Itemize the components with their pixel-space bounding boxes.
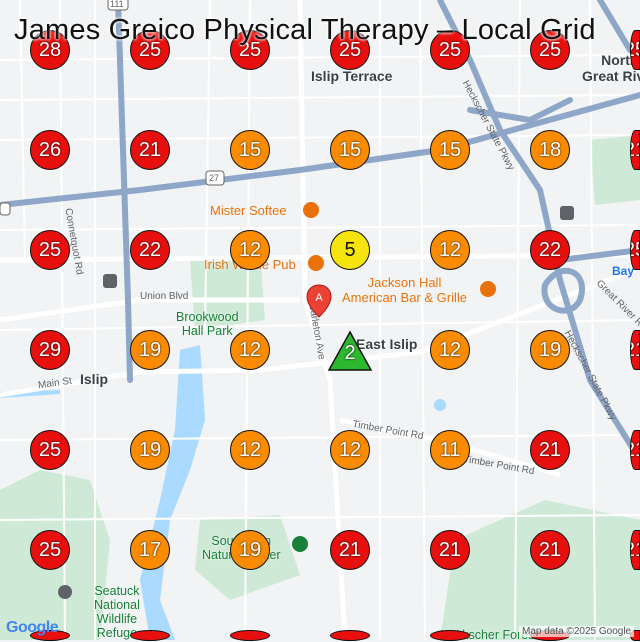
- rank-marker-r3-c4[interactable]: 12: [430, 330, 470, 370]
- label-brookwood-hall-park: Brookwood Hall Park: [176, 310, 239, 338]
- rank-marker-r1-c0[interactable]: 26: [30, 130, 70, 170]
- rank-marker-r6-c2[interactable]: 21: [230, 630, 270, 641]
- rank-marker-r4-c1[interactable]: 19: [130, 430, 170, 470]
- pin-letter: A: [315, 292, 323, 304]
- rank-marker-r4-c4[interactable]: 11: [430, 430, 470, 470]
- rank-marker-r4-c6[interactable]: 21: [630, 430, 640, 470]
- rank-marker-r4-c2[interactable]: 12: [230, 430, 270, 470]
- rank-marker-r1-c4[interactable]: 15: [430, 130, 470, 170]
- label-jackson-hall[interactable]: Jackson Hall American Bar & Grille: [342, 275, 467, 305]
- label-islip-terrace: Islip Terrace: [311, 68, 393, 84]
- rank-marker-r2-c6[interactable]: 25: [630, 230, 640, 270]
- rank-marker-r6-c3[interactable]: 21: [330, 630, 370, 641]
- rank-marker-r4-c3[interactable]: 12: [330, 430, 370, 470]
- rank-marker-r4-c0[interactable]: 25: [30, 430, 70, 470]
- map-attribution[interactable]: Map data ©2025 Google: [519, 626, 635, 637]
- label-mister-softee[interactable]: Mister Softee: [210, 203, 287, 218]
- label-route-27: 27: [209, 173, 220, 183]
- place-pin-icon[interactable]: A: [306, 284, 332, 318]
- label-bay: Bay: [612, 264, 635, 278]
- rank-marker-r1-c2[interactable]: 15: [230, 130, 270, 170]
- rank-marker-r5-c3[interactable]: 21: [330, 530, 370, 570]
- rank-marker-r1-c5[interactable]: 18: [530, 130, 570, 170]
- rank-marker-r3-c0[interactable]: 29: [30, 330, 70, 370]
- rank-marker-r3-c2[interactable]: 12: [230, 330, 270, 370]
- rank-marker-r2-c5[interactable]: 22: [530, 230, 570, 270]
- rank-marker-r5-c2[interactable]: 19: [230, 530, 270, 570]
- rank-marker-r2-c0[interactable]: 25: [30, 230, 70, 270]
- label-islip: Islip: [80, 371, 109, 387]
- center-rank-value: 2: [344, 342, 356, 364]
- rank-marker-r2-c4[interactable]: 12: [430, 230, 470, 270]
- label-union-blvd: Union Blvd: [140, 291, 189, 302]
- rank-marker-r1-c6[interactable]: 21: [630, 130, 640, 170]
- rank-marker-r5-c4[interactable]: 21: [430, 530, 470, 570]
- google-logo-text: Google: [6, 619, 59, 636]
- rank-marker-r5-c6[interactable]: 21: [630, 530, 640, 570]
- rank-marker-r1-c3[interactable]: 15: [330, 130, 370, 170]
- rank-marker-r3-c1[interactable]: 19: [130, 330, 170, 370]
- rank-marker-r2-c1[interactable]: 22: [130, 230, 170, 270]
- center-rank-marker[interactable]: 2: [327, 330, 373, 372]
- rank-marker-r4-c5[interactable]: 21: [530, 430, 570, 470]
- rank-marker-r6-c4[interactable]: 21: [430, 630, 470, 641]
- rank-marker-r5-c1[interactable]: 17: [130, 530, 170, 570]
- rank-marker-r3-c6[interactable]: 21: [630, 330, 640, 370]
- rank-marker-r6-c1[interactable]: 21: [130, 630, 170, 641]
- rank-marker-r5-c5[interactable]: 21: [530, 530, 570, 570]
- google-logo: Google: [6, 619, 59, 637]
- rank-marker-r3-c5[interactable]: 19: [530, 330, 570, 370]
- rank-marker-r1-c1[interactable]: 21: [130, 130, 170, 170]
- page-title: James Greico Physical Therapy – Local Gr…: [14, 14, 596, 46]
- rank-marker-r2-c2[interactable]: 12: [230, 230, 270, 270]
- rank-marker-r5-c0[interactable]: 25: [30, 530, 70, 570]
- label-route-111: 111: [110, 0, 124, 9]
- rank-marker-r2-c3[interactable]: 5: [330, 230, 370, 270]
